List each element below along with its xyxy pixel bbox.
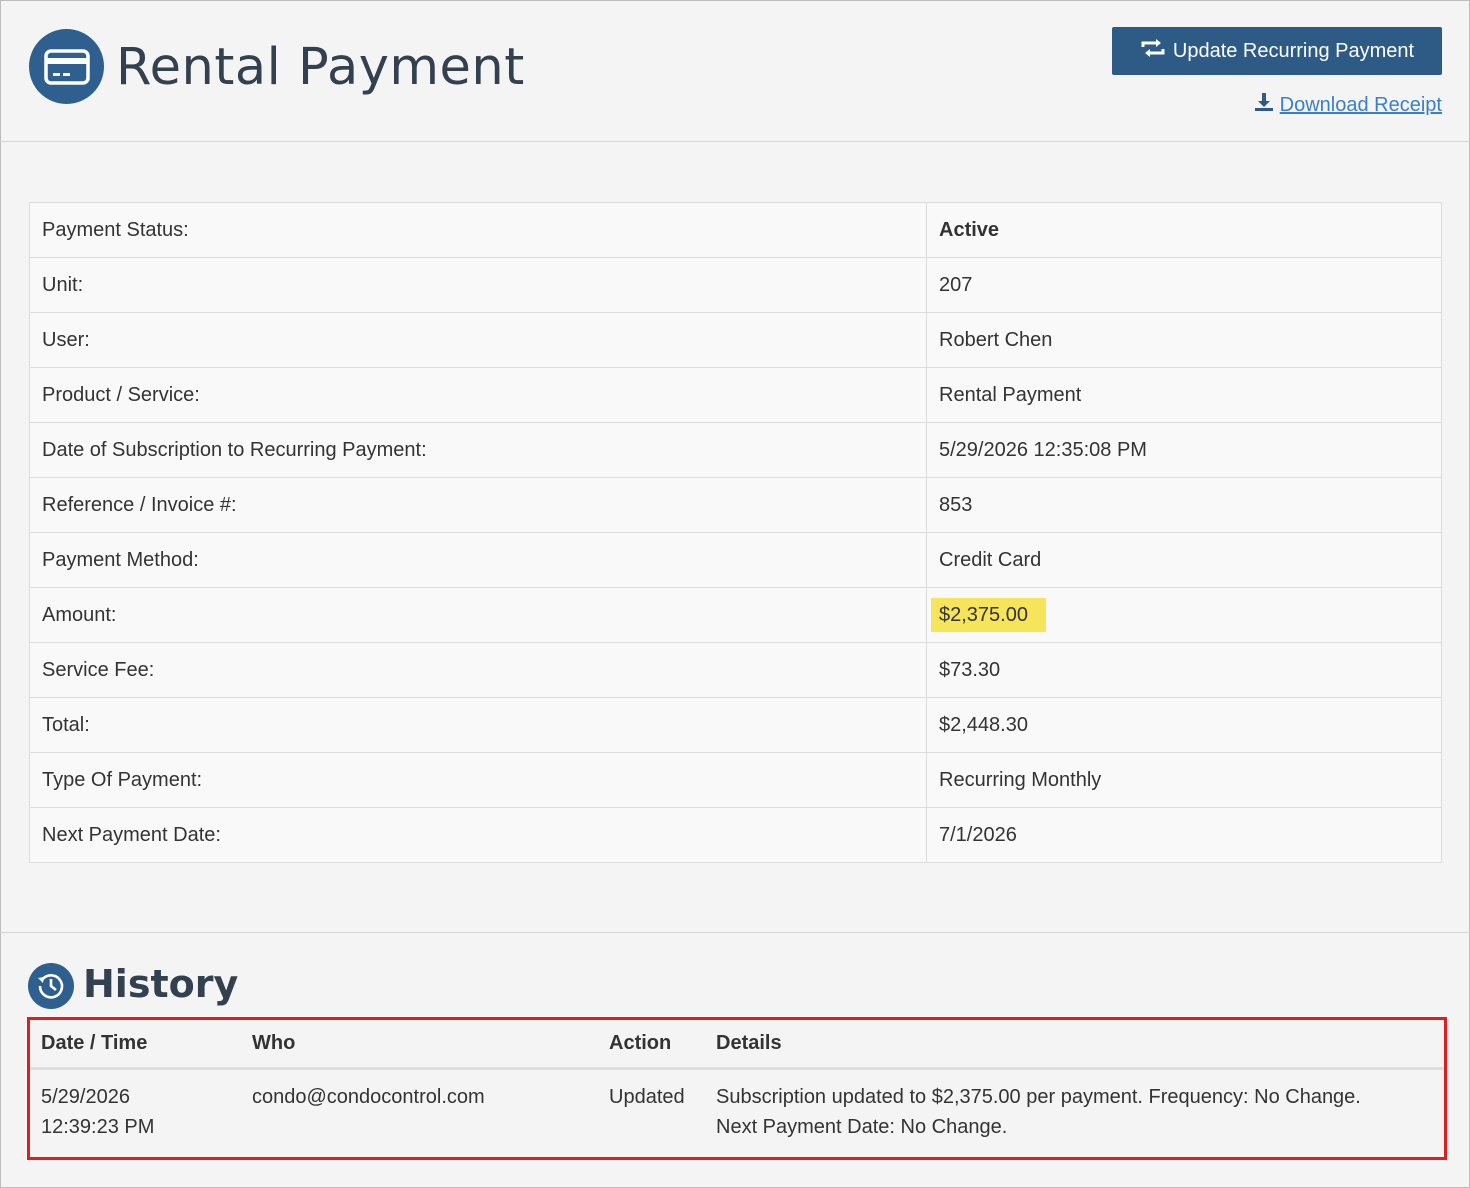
column-header-date: Date / Time [30,1020,241,1070]
detail-value: 207 [926,257,1442,313]
table-header-row: Date / Time Who Action Details [30,1020,1444,1070]
table-row: User: Robert Chen [29,312,1442,368]
table-row: Amount: $2,375.00 [29,587,1442,643]
detail-label: Total: [29,697,927,753]
detail-label: Product / Service: [29,367,927,423]
detail-label: Payment Method: [29,532,927,588]
detail-label: Reference / Invoice #: [29,477,927,533]
history-title: History [83,962,239,1006]
history-callout: Date / Time Who Action Details 5/29/2026… [27,1017,1447,1160]
page-header: Rental Payment Update Recurring Payment … [0,0,1470,142]
history-datetime: 5/29/2026 12:39:23 PM [30,1068,241,1142]
payment-details-table: Payment Status: Active Unit: 207 User: R… [29,202,1442,863]
detail-label: Payment Status: [29,202,927,258]
download-link-label: Download Receipt [1279,93,1442,116]
recurring-arrows-icon [1140,39,1173,63]
detail-label: Service Fee: [29,642,927,698]
table-row: Date of Subscription to Recurring Paymen… [29,422,1442,478]
download-receipt-link[interactable]: Download Receipt [1254,92,1442,118]
history-date: 5/29/2026 [41,1085,130,1108]
table-row: Next Payment Date: 7/1/2026 [29,807,1442,863]
payment-status-value: Active [926,202,1442,258]
detail-label: Amount: [29,587,927,643]
table-row: Service Fee: $73.30 [29,642,1442,698]
detail-label: Next Payment Date: [29,807,927,863]
amount-value-cell: $2,375.00 [926,587,1442,643]
history-clock-icon [28,963,74,1009]
detail-value: Rental Payment [926,367,1442,423]
column-header-action: Action [598,1020,705,1070]
history-who: condo@condocontrol.com [252,1085,485,1108]
download-icon [1254,92,1280,118]
detail-value: $73.30 [926,642,1442,698]
table-row: Reference / Invoice #: 853 [29,477,1442,533]
detail-value: 853 [926,477,1442,533]
table-row: Total: $2,448.30 [29,697,1442,753]
table-row: Unit: 207 [29,257,1442,313]
detail-value: Recurring Monthly [926,752,1442,808]
table-row: Type Of Payment: Recurring Monthly [29,752,1442,808]
history-details-line: Subscription updated to $2,375.00 per pa… [716,1085,1361,1108]
update-recurring-payment-button[interactable]: Update Recurring Payment [1112,27,1442,75]
detail-value: 5/29/2026 12:35:08 PM [926,422,1442,478]
history-time: 12:39:23 PM [41,1115,155,1138]
history-table: Date / Time Who Action Details 5/29/2026… [30,1020,1444,1142]
table-row: Payment Status: Active [29,202,1442,258]
detail-value: $2,448.30 [926,697,1442,753]
history-details: Subscription updated to $2,375.00 per pa… [705,1068,1444,1142]
table-row: Payment Method: Credit Card [29,532,1442,588]
update-button-label: Update Recurring Payment [1172,39,1415,62]
table-row: 5/29/2026 12:39:23 PM condo@condocontrol… [30,1068,1444,1142]
table-row: Product / Service: Rental Payment [29,367,1442,423]
detail-label: Date of Subscription to Recurring Paymen… [29,422,927,478]
amount-highlight: $2,375.00 [931,597,1046,632]
detail-label: User: [29,312,927,368]
column-header-details: Details [705,1020,1444,1070]
credit-card-icon [29,29,104,104]
detail-label: Type Of Payment: [29,752,927,808]
detail-value: Robert Chen [926,312,1442,368]
status-badge: Active [939,218,1000,241]
history-details-line: Next Payment Date: No Change. [716,1115,1008,1138]
detail-value: 7/1/2026 [926,807,1442,863]
detail-value: Credit Card [926,532,1442,588]
section-divider [0,932,1470,933]
column-header-who: Who [241,1020,598,1070]
detail-label: Unit: [29,257,927,313]
page-title: Rental Payment [116,38,525,97]
history-action: Updated [609,1085,685,1108]
